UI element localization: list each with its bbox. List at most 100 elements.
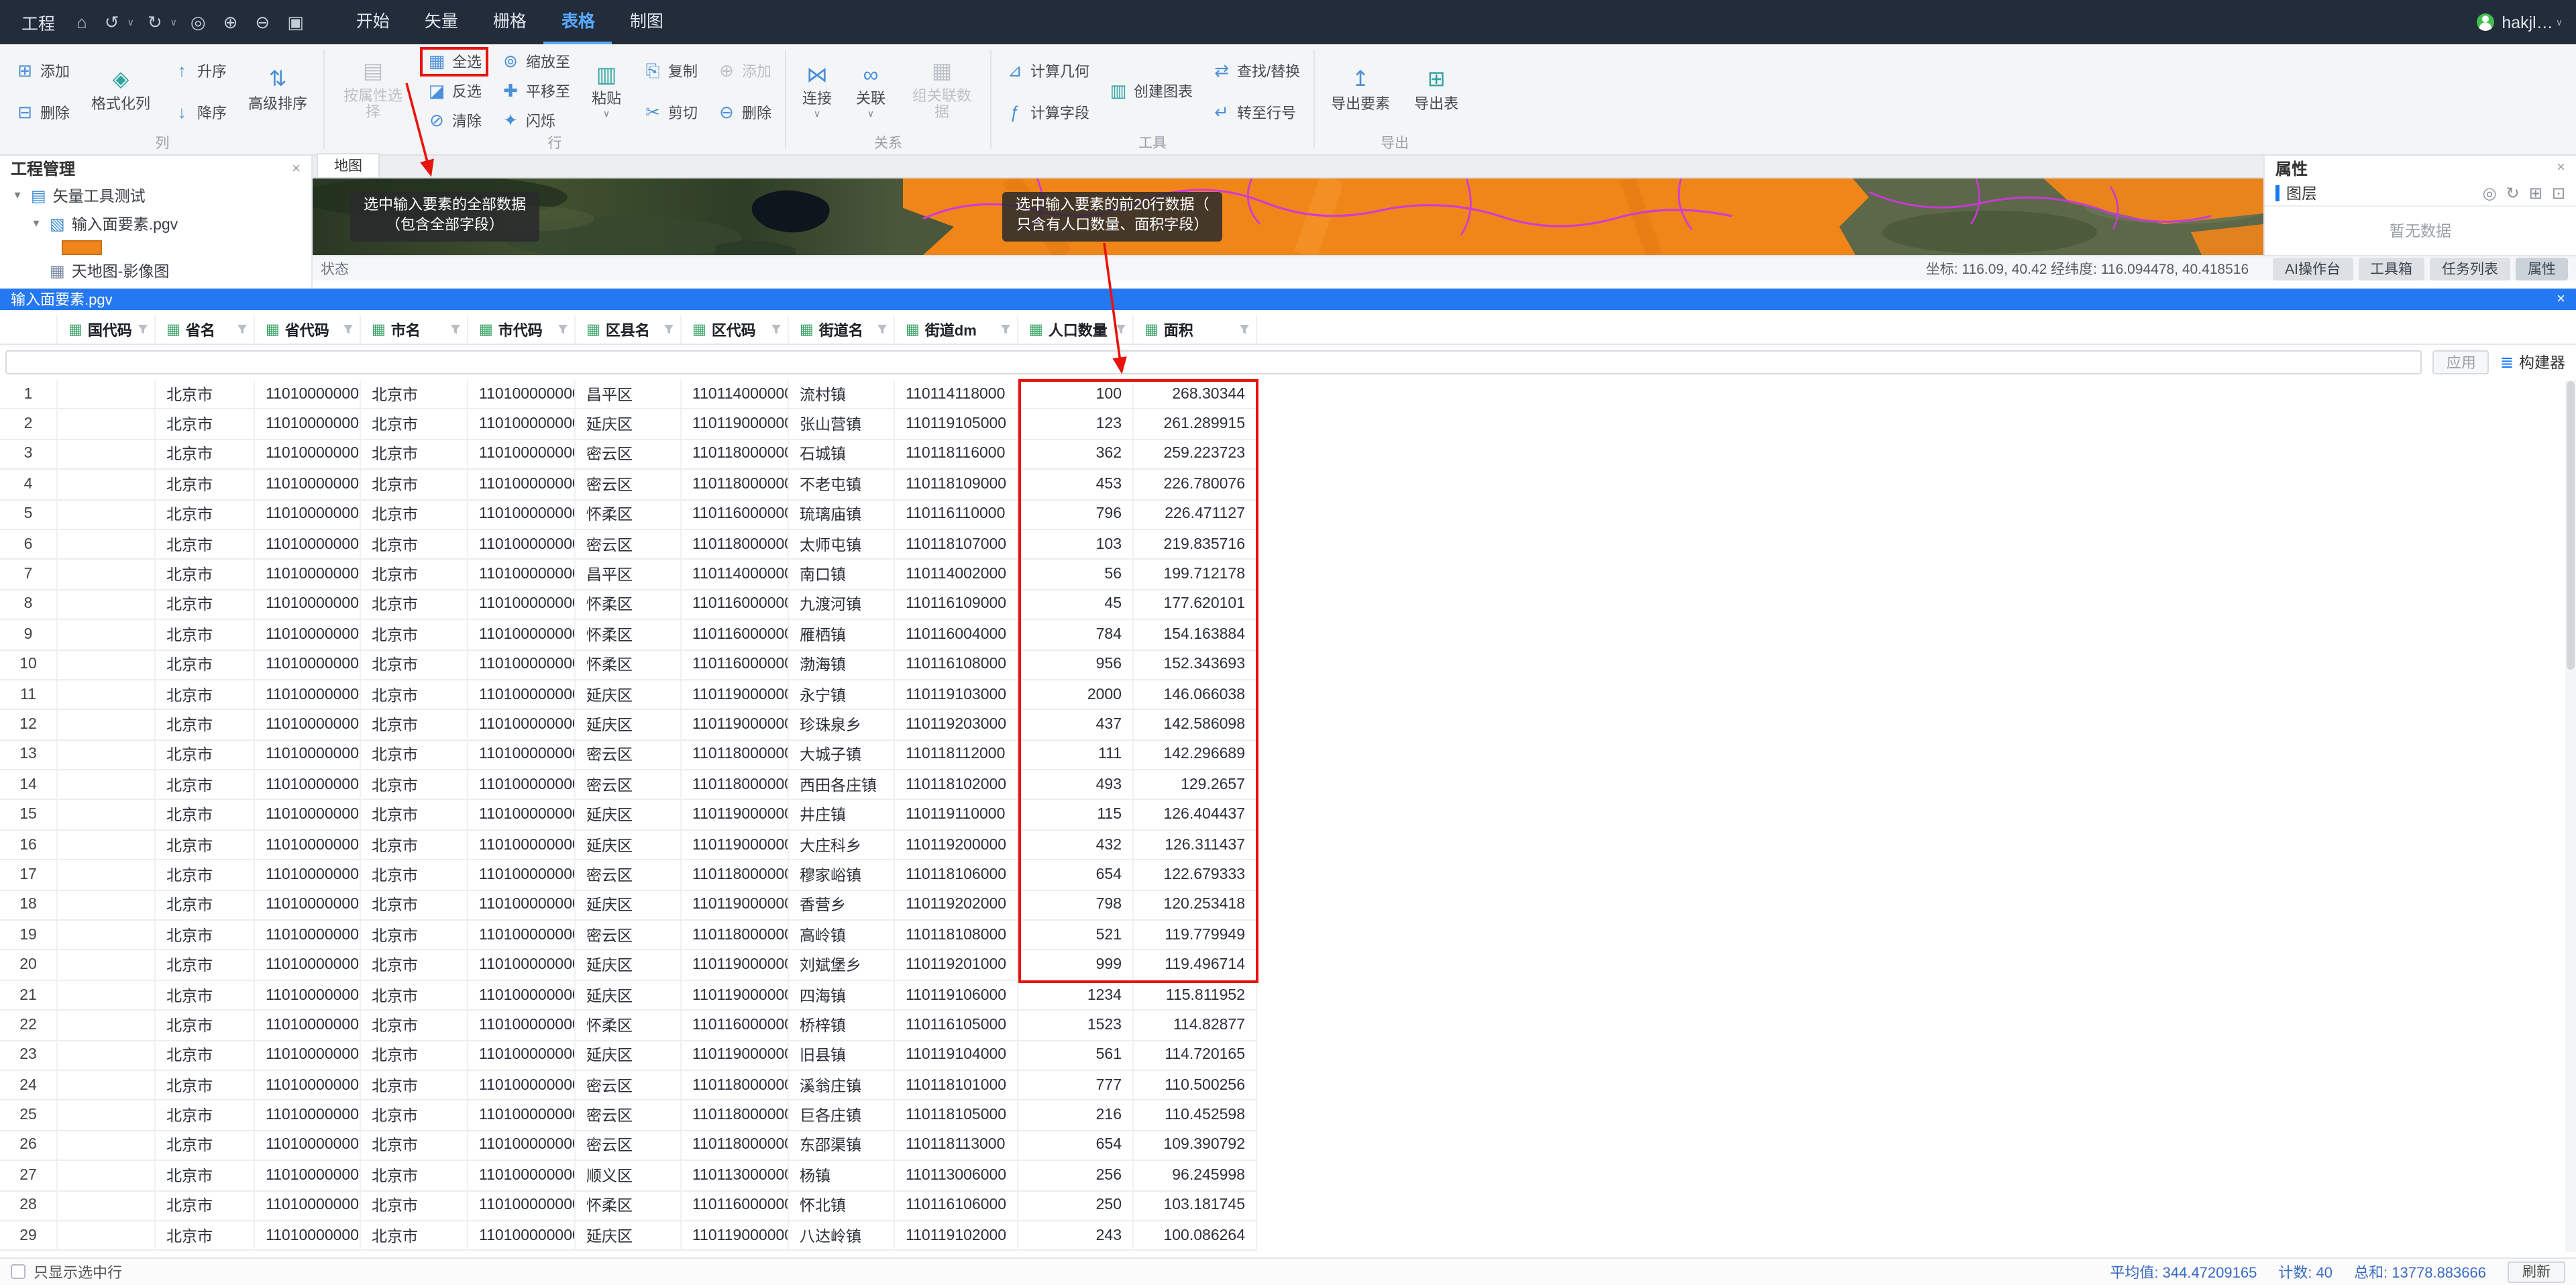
table-cell[interactable]: 北京市 <box>361 500 468 530</box>
table-cell[interactable]: 152.343693 <box>1134 650 1257 680</box>
table-row[interactable]: 26北京市110100000000北京市110100000000密云区11011… <box>0 1131 2576 1162</box>
add-row-button[interactable]: ⊕添加 <box>712 58 775 83</box>
table-cell[interactable]: 110118108000 <box>895 921 1018 951</box>
table-cell[interactable] <box>58 500 156 530</box>
builder-button[interactable]: ≣ 构建器 <box>2500 352 2571 373</box>
table-cell[interactable]: 北京市 <box>156 500 255 530</box>
filter-icon[interactable] <box>664 324 674 335</box>
relate-button[interactable]: ∞关联∨ <box>849 63 892 119</box>
table-cell[interactable]: 110100000000 <box>255 890 361 921</box>
table-cell[interactable]: 111 <box>1018 740 1134 770</box>
expression-input[interactable] <box>5 350 2422 374</box>
table-cell[interactable]: 110100000000 <box>255 921 361 951</box>
table-cell[interactable]: 北京市 <box>361 1011 468 1041</box>
table-cell[interactable]: 110118101000 <box>895 1071 1018 1101</box>
table-cell[interactable] <box>58 1011 156 1041</box>
table-cell[interactable] <box>58 981 156 1011</box>
table-row[interactable]: 13北京市110100000000北京市110100000000密云区11011… <box>0 740 2576 770</box>
table-cell[interactable]: 110119000000 <box>682 951 789 981</box>
project-panel-close-icon[interactable]: × <box>292 160 301 176</box>
add-column-button[interactable]: ⊞添加 <box>11 58 74 83</box>
table-cell[interactable]: 110118102000 <box>895 770 1018 801</box>
row-number[interactable]: 4 <box>0 470 58 500</box>
row-number[interactable]: 25 <box>0 1101 58 1131</box>
row-number[interactable]: 28 <box>0 1191 58 1221</box>
table-cell[interactable]: 110100000000 <box>468 770 576 801</box>
zoom-out-icon[interactable]: ⊖ <box>251 11 274 33</box>
pan-to-button[interactable]: ✚平移至 <box>496 79 574 103</box>
table-cell[interactable]: 旧县镇 <box>789 1041 895 1071</box>
table-cell[interactable]: 北京市 <box>156 1011 255 1041</box>
table-cell[interactable]: 110118000000 <box>682 470 789 500</box>
table-cell[interactable]: 110100000000 <box>255 470 361 500</box>
table-cell[interactable]: 110100000000 <box>468 470 576 500</box>
table-cell[interactable]: 110118000000 <box>682 921 789 951</box>
table-cell[interactable]: 北京市 <box>156 650 255 680</box>
row-number[interactable]: 23 <box>0 1041 58 1071</box>
table-cell[interactable]: 110100000000 <box>255 1101 361 1131</box>
column-header[interactable]: ▦面积 <box>1134 315 1257 344</box>
table-cell[interactable]: 110116000000 <box>682 500 789 530</box>
table-cell[interactable]: 110100000000 <box>468 740 576 770</box>
table-cell[interactable]: 北京市 <box>361 1161 468 1191</box>
table-cell[interactable]: 110100000000 <box>468 620 576 650</box>
table-cell[interactable]: 怀柔区 <box>576 590 682 620</box>
table-cell[interactable]: 110118000000 <box>682 530 789 560</box>
table-cell[interactable]: 219.835716 <box>1134 530 1257 560</box>
tab-raster[interactable]: 栅格 <box>476 0 544 44</box>
table-row[interactable]: 9北京市110100000000北京市110100000000怀柔区110116… <box>0 620 2576 650</box>
table-cell[interactable]: 110100000000 <box>468 1071 576 1101</box>
table-cell[interactable]: 119.496714 <box>1134 951 1257 981</box>
table-cell[interactable]: 北京市 <box>156 410 255 440</box>
row-number[interactable]: 24 <box>0 1071 58 1101</box>
table-cell[interactable]: 216 <box>1018 1101 1134 1131</box>
row-number[interactable]: 16 <box>0 831 58 861</box>
dock-tab-task-list[interactable]: 任务列表 <box>2430 257 2510 280</box>
table-cell[interactable]: 110100000000 <box>255 380 361 410</box>
map-view[interactable]: 选中输入要素的全部数据 （包含全部字段） 选中输入要素的前20行数据（ 只含有人… <box>313 178 2263 255</box>
table-cell[interactable]: 北京市 <box>361 530 468 560</box>
table-cell[interactable]: 北京市 <box>156 801 255 831</box>
table-cell[interactable]: 北京市 <box>156 380 255 410</box>
layer-legend-swatch[interactable] <box>62 240 102 254</box>
row-number[interactable]: 2 <box>0 410 58 440</box>
table-cell[interactable] <box>58 410 156 440</box>
table-cell[interactable]: 北京市 <box>156 861 255 891</box>
table-cell[interactable]: 110119000000 <box>682 1041 789 1071</box>
table-cell[interactable]: 琉璃庙镇 <box>789 500 895 530</box>
table-cell[interactable]: 1234 <box>1018 981 1134 1011</box>
table-cell[interactable]: 张山营镇 <box>789 410 895 440</box>
table-cell[interactable]: 延庆区 <box>576 981 682 1011</box>
table-cell[interactable]: 延庆区 <box>576 410 682 440</box>
show-selected-checkbox[interactable] <box>11 1265 25 1280</box>
table-cell[interactable]: 110100000000 <box>255 530 361 560</box>
table-cell[interactable]: 太师屯镇 <box>789 530 895 560</box>
table-row[interactable]: 22北京市110100000000北京市110100000000怀柔区11011… <box>0 1011 2576 1041</box>
table-cell[interactable]: 密云区 <box>576 470 682 500</box>
table-cell[interactable]: 259.223723 <box>1134 440 1257 470</box>
table-cell[interactable]: 北京市 <box>156 1071 255 1101</box>
table-cell[interactable]: 120.253418 <box>1134 890 1257 921</box>
table-cell[interactable]: 110100000000 <box>255 410 361 440</box>
table-cell[interactable] <box>58 921 156 951</box>
column-header[interactable]: ▦街道dm <box>895 315 1018 344</box>
table-cell[interactable]: 刘斌堡乡 <box>789 951 895 981</box>
table-cell[interactable]: 延庆区 <box>576 951 682 981</box>
table-row[interactable]: 12北京市110100000000北京市110100000000延庆区11011… <box>0 711 2576 741</box>
table-cell[interactable]: 延庆区 <box>576 1041 682 1071</box>
filter-icon[interactable] <box>237 324 247 335</box>
table-cell[interactable]: 110100000000 <box>468 831 576 861</box>
table-cell[interactable]: 北京市 <box>361 921 468 951</box>
table-cell[interactable]: 110100000000 <box>255 1131 361 1162</box>
table-cell[interactable]: 110100000000 <box>468 410 576 440</box>
table-cell[interactable]: 126.404437 <box>1134 801 1257 831</box>
export-features-button[interactable]: ↥导出要素 <box>1324 68 1397 115</box>
table-cell[interactable]: 延庆区 <box>576 1221 682 1251</box>
table-cell[interactable]: 北京市 <box>156 1221 255 1251</box>
table-cell[interactable] <box>58 831 156 861</box>
table-cell[interactable]: 昌平区 <box>576 560 682 590</box>
table-cell[interactable]: 延庆区 <box>576 801 682 831</box>
table-cell[interactable]: 110116110000 <box>895 500 1018 530</box>
table-cell[interactable] <box>58 650 156 680</box>
table-cell[interactable]: 雁栖镇 <box>789 620 895 650</box>
